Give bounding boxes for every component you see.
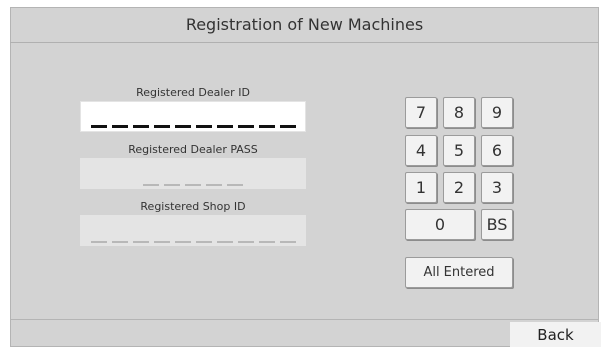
placeholder-dash <box>279 125 296 128</box>
placeholder-dash <box>216 241 233 243</box>
placeholder-dash <box>206 184 222 186</box>
page-title: Registration of New Machines <box>10 7 599 43</box>
key-8[interactable]: 8 <box>443 97 475 128</box>
key-7[interactable]: 7 <box>405 97 437 128</box>
placeholder-dash <box>195 241 212 243</box>
placeholder-dash <box>174 125 191 128</box>
dealer-id-field[interactable] <box>80 101 306 132</box>
placeholder-dash <box>227 184 243 186</box>
key-5[interactable]: 5 <box>443 135 475 166</box>
placeholder-dash <box>132 125 149 128</box>
key-9[interactable]: 9 <box>481 97 513 128</box>
placeholder-dash <box>153 241 170 243</box>
footer-divider <box>10 319 599 320</box>
shop-id-placeholder-dashes <box>90 241 296 243</box>
dealer-id-placeholder-dashes <box>90 125 296 128</box>
placeholder-dash <box>258 241 275 243</box>
backspace-button[interactable]: BS <box>481 209 513 240</box>
key-1[interactable]: 1 <box>405 172 437 203</box>
placeholder-dash <box>111 241 128 243</box>
placeholder-dash <box>90 125 107 128</box>
key-2[interactable]: 2 <box>443 172 475 203</box>
key-0[interactable]: 0 <box>405 209 475 240</box>
placeholder-dash <box>237 125 254 128</box>
key-3[interactable]: 3 <box>481 172 513 203</box>
all-entered-button[interactable]: All Entered <box>405 257 513 288</box>
placeholder-dash <box>132 241 149 243</box>
key-4[interactable]: 4 <box>405 135 437 166</box>
placeholder-dash <box>143 184 159 186</box>
back-button[interactable]: Back <box>510 322 601 347</box>
placeholder-dash <box>258 125 275 128</box>
dealer-id-label: Registered Dealer ID <box>136 86 250 99</box>
placeholder-dash <box>153 125 170 128</box>
placeholder-dash <box>185 184 201 186</box>
placeholder-dash <box>90 241 107 243</box>
dealer-pass-placeholder-dashes <box>143 184 243 186</box>
placeholder-dash <box>174 241 191 243</box>
placeholder-dash <box>164 184 180 186</box>
placeholder-dash <box>111 125 128 128</box>
shop-id-field[interactable] <box>80 215 306 246</box>
key-6[interactable]: 6 <box>481 135 513 166</box>
dealer-pass-label: Registered Dealer PASS <box>128 143 258 156</box>
shop-id-label: Registered Shop ID <box>140 200 246 213</box>
placeholder-dash <box>279 241 296 243</box>
placeholder-dash <box>195 125 212 128</box>
registration-screen: Registration of New Machines Registered … <box>0 0 601 347</box>
placeholder-dash <box>216 125 233 128</box>
dealer-pass-field[interactable] <box>80 158 306 189</box>
placeholder-dash <box>237 241 254 243</box>
